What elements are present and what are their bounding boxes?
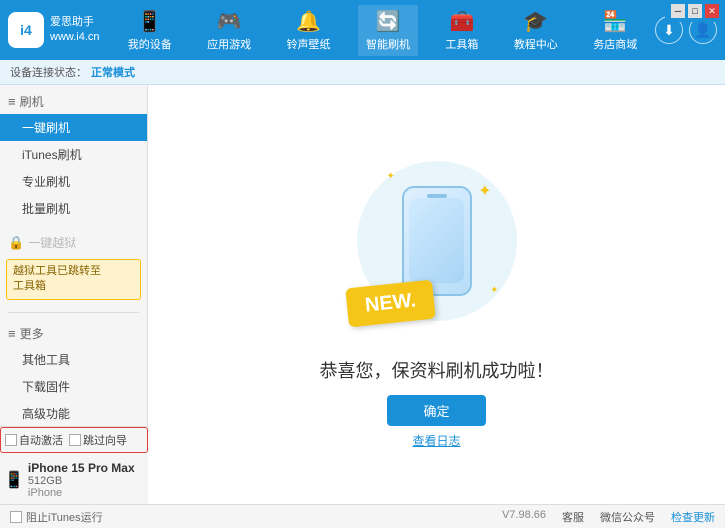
apps-icon: 🎮 [217,9,242,34]
refresh-link[interactable]: 检查更新 [671,509,715,525]
sidebar-item-itunes-flash[interactable]: iTunes刷机 [0,141,147,168]
ringtone-icon: 🔔 [296,9,321,34]
phone-icon: 📱 [4,470,24,490]
sidebar-item-download-firmware[interactable]: 下载固件 [0,373,147,400]
flash-section: ≡ 刷机 一键刷机 iTunes刷机 专业刷机 批量刷机 [0,85,147,226]
version-label: V7.98.66 [502,509,546,525]
close-button[interactable]: ✕ [705,4,719,18]
nav-smart-flash[interactable]: 🔄 智能刷机 [358,5,418,56]
flash-icon: 🔄 [376,9,401,34]
sidebar-item-advanced[interactable]: 高级功能 [0,400,147,427]
connection-status: 正常模式 [91,64,135,80]
maximize-button[interactable]: □ [688,4,702,18]
more-section: ≡ 更多 其他工具 下载固件 高级功能 [0,317,147,431]
sidebar-separator [8,312,139,313]
wechat-link[interactable]: 微信公众号 [600,509,655,525]
sidebar: ≡ 刷机 一键刷机 iTunes刷机 专业刷机 批量刷机 🔒 一键越狱 越狱工具… [0,85,148,504]
sparkle-icon-2: ✦ [387,171,395,182]
new-badge: NEW. [345,279,436,327]
sidebar-item-pro-flash[interactable]: 专业刷机 [0,168,147,195]
nav-my-device[interactable]: 📱 我的设备 [120,5,180,56]
nav-apps-games[interactable]: 🎮 应用游戏 [199,5,259,56]
auto-activate-row: 自动激活 跳过向导 [0,427,148,453]
content-area: ✦ ✦ ✦ NEW. 恭喜您，保资料刷机成功啦！ 确定 查看日志 [148,85,725,504]
jailbreak-notice: 越狱工具已跳转至工具箱 [6,259,141,300]
sparkle-icon-1: ✦ [478,181,491,201]
more-section-header: ≡ 更多 [0,321,147,346]
flash-section-icon: ≡ [8,94,16,109]
more-icon: ≡ [8,326,16,341]
flash-section-header: ≡ 刷机 [0,89,147,114]
itunes-label: 阻止iTunes运行 [26,509,103,525]
footer-right: V7.98.66 客服 微信公众号 检查更新 [502,509,715,525]
jailbreak-section-header: 🔒 一键越狱 [0,230,147,255]
device-area: 自动激活 跳过向导 📱 iPhone 15 Pro Max 512GB iPho… [0,426,148,503]
jailbreak-section: 🔒 一键越狱 越狱工具已跳转至工具箱 [0,226,147,308]
device-name: iPhone 15 Pro Max [28,461,135,475]
itunes-checkbox[interactable] [10,511,22,523]
device-info: 📱 iPhone 15 Pro Max 512GB iPhone [0,457,148,503]
minimize-button[interactable]: ─ [671,4,685,18]
phone-image [402,186,472,296]
confirm-button[interactable]: 确定 [387,395,485,426]
logo-icon: i4 [8,12,44,48]
nav-toolbox[interactable]: 🧰 工具箱 [437,5,486,56]
footer: 阻止iTunes运行 V7.98.66 客服 微信公众号 检查更新 [0,504,725,528]
footer-left: 阻止iTunes运行 [10,509,103,525]
logo-text: 爱思助手 www.i4.cn [50,15,100,46]
auto-activate-checkbox[interactable] [5,434,17,446]
tutorial-icon: 🎓 [523,9,548,34]
success-illustration: ✦ ✦ ✦ NEW. [337,141,537,341]
device-storage: 512GB [28,475,135,487]
sidebar-item-other-tools[interactable]: 其他工具 [0,346,147,373]
sidebar-item-onekey-flash[interactable]: 一键刷机 [0,114,147,141]
success-text: 恭喜您，保资料刷机成功啦！ [320,357,554,383]
auto-activate-checkbox-label[interactable]: 自动激活 [5,432,63,448]
toolbox-icon: 🧰 [449,9,474,34]
sparkle-icon-3: ✦ [490,285,498,296]
device-icon: 📱 [137,9,162,34]
service-icon: 🏪 [603,9,628,34]
lock-icon: 🔒 [8,235,24,251]
nav-ringtones[interactable]: 🔔 铃声壁纸 [279,5,339,56]
nav-bar: 📱 我的设备 🎮 应用游戏 🔔 铃声壁纸 🔄 智能刷机 🧰 工具箱 🎓 [110,5,655,56]
guide-activate-checkbox-label[interactable]: 跳过向导 [69,432,127,448]
phone-notch [427,194,447,198]
header: i4 爱思助手 www.i4.cn 📱 我的设备 🎮 应用游戏 🔔 铃声壁纸 🔄 [0,0,725,60]
log-link[interactable]: 查看日志 [412,432,460,449]
sidebar-item-batch-flash[interactable]: 批量刷机 [0,195,147,222]
main-area: ≡ 刷机 一键刷机 iTunes刷机 专业刷机 批量刷机 🔒 一键越狱 越狱工具… [0,85,725,504]
nav-service[interactable]: 🏪 务店商域 [585,5,645,56]
phone-screen [409,198,464,283]
desktop-link[interactable]: 客服 [562,509,584,525]
nav-tutorial[interactable]: 🎓 教程中心 [506,5,566,56]
device-type: iPhone [28,487,135,499]
breadcrumb: 设备连接状态： 正常模式 [0,60,725,85]
guide-activate-checkbox[interactable] [69,434,81,446]
logo: i4 爱思助手 www.i4.cn [0,12,110,48]
